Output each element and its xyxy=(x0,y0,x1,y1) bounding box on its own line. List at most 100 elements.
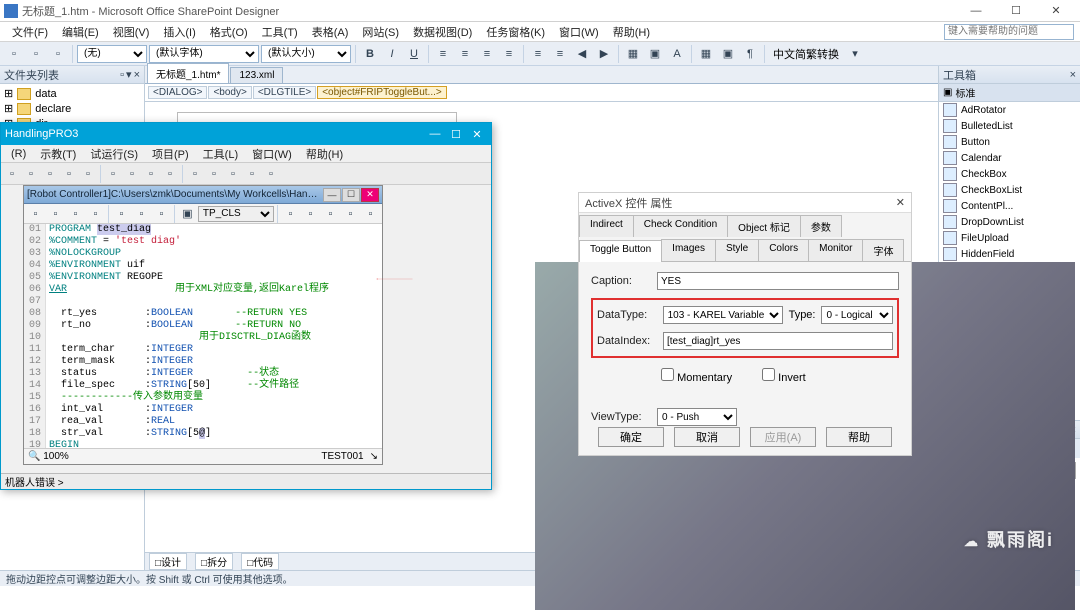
hpro-tool-6[interactable]: ▫ xyxy=(104,165,122,183)
menu-网站(S)[interactable]: 网站(S) xyxy=(356,22,405,42)
hpro-menu-试运行(S)[interactable]: 试运行(S) xyxy=(84,144,144,164)
ax-datatype-select[interactable]: 103 - KAREL Variable xyxy=(663,306,783,324)
code-tool-12[interactable]: ▫ xyxy=(361,204,380,224)
doc-tab-0[interactable]: 无标题_1.htm* xyxy=(147,63,229,83)
layer-button[interactable]: ▣ xyxy=(718,44,738,64)
tool-FileUpload[interactable]: FileUpload xyxy=(939,230,1080,246)
hpro-menu-(R)[interactable]: (R) xyxy=(5,146,32,162)
code-tool-6[interactable]: ▫ xyxy=(132,204,151,224)
folder-panel-chevron-icon[interactable]: ▾ xyxy=(126,68,132,81)
ax-close-button[interactable]: ✕ xyxy=(896,196,905,209)
hpro-inner-max-button[interactable]: ☐ xyxy=(342,188,360,202)
hpro-tool-2[interactable]: ▫ xyxy=(22,165,40,183)
menu-格式(O)[interactable]: 格式(O) xyxy=(204,22,254,42)
ax-tab-Object 标记[interactable]: Object 标记 xyxy=(727,215,801,237)
maximize-button[interactable]: ☐ xyxy=(996,1,1036,21)
hpro-maximize-button[interactable]: ☐ xyxy=(446,125,466,143)
view-split-tab[interactable]: □拆分 xyxy=(195,553,233,570)
hpro-inner-min-button[interactable]: — xyxy=(323,188,341,202)
ax-apply-button[interactable]: 应用(A) xyxy=(750,427,816,447)
menu-表格(A)[interactable]: 表格(A) xyxy=(306,22,355,42)
table-button[interactable]: ▦ xyxy=(696,44,716,64)
ax-invert-checkbox[interactable]: Invert xyxy=(762,368,806,384)
underline-button[interactable]: U xyxy=(404,44,424,64)
hpro-tool-1[interactable]: ▫ xyxy=(3,165,21,183)
code-tool-9[interactable]: ▫ xyxy=(301,204,320,224)
hpro-tool-12[interactable]: ▫ xyxy=(224,165,242,183)
tool-BulletedList[interactable]: BulletedList xyxy=(939,118,1080,134)
hpro-tool-9[interactable]: ▫ xyxy=(161,165,179,183)
code-tool-7[interactable]: ▫ xyxy=(152,204,171,224)
hpro-menu-示教(T)[interactable]: 示教(T) xyxy=(34,144,82,164)
tool-CheckBoxList[interactable]: CheckBoxList xyxy=(939,182,1080,198)
folder-declare[interactable]: ⊞declare xyxy=(2,101,142,116)
hpro-close-button[interactable]: ✕ xyxy=(467,125,487,143)
help-search-input[interactable] xyxy=(944,24,1074,40)
cnconv-dropdown[interactable]: ▾ xyxy=(845,44,865,64)
code-editor[interactable]: 01PROGRAM test_diag02%COMMENT = 'test di… xyxy=(24,224,382,448)
align-center-button[interactable]: ≡ xyxy=(455,44,475,64)
menu-窗口(W)[interactable]: 窗口(W) xyxy=(553,22,605,42)
font-select[interactable]: (默认字体) xyxy=(149,45,259,63)
tool-DropDownList[interactable]: DropDownList xyxy=(939,214,1080,230)
ax-dataindex-input[interactable] xyxy=(663,332,893,350)
hpro-tool-3[interactable]: ▫ xyxy=(41,165,59,183)
ax-momentary-checkbox[interactable]: Momentary xyxy=(661,368,732,384)
style-select[interactable]: (无) xyxy=(77,45,147,63)
close-button[interactable]: ✕ xyxy=(1036,1,1076,21)
align-left-button[interactable]: ≡ xyxy=(433,44,453,64)
toolbox-group-expand-icon[interactable]: ▣ xyxy=(943,87,952,98)
tool-HiddenField[interactable]: HiddenField xyxy=(939,246,1080,262)
italic-button[interactable]: I xyxy=(382,44,402,64)
open-button[interactable]: ▫ xyxy=(26,44,46,64)
menu-帮助(H)[interactable]: 帮助(H) xyxy=(607,22,656,42)
hpro-tool-14[interactable]: ▫ xyxy=(262,165,280,183)
breadcrumb-part-3[interactable]: <object#FRIPToggleBut...> xyxy=(317,86,447,99)
menu-编辑(E)[interactable]: 编辑(E) xyxy=(56,22,105,42)
minimize-button[interactable]: — xyxy=(956,1,996,21)
ax-type-select[interactable]: 0 - Logical xyxy=(821,306,893,324)
ax-tab-参数[interactable]: 参数 xyxy=(800,215,842,237)
size-select[interactable]: (默认大小) xyxy=(261,45,351,63)
breadcrumb-part-2[interactable]: <DLGTILE> xyxy=(253,86,316,99)
folder-panel-new-icon[interactable]: ▫ xyxy=(120,69,124,81)
hpro-menu-窗口(W)[interactable]: 窗口(W) xyxy=(246,144,298,164)
menu-任务窗格(K)[interactable]: 任务窗格(K) xyxy=(480,22,551,42)
align-justify-button[interactable]: ≡ xyxy=(499,44,519,64)
tool-Button[interactable]: Button xyxy=(939,134,1080,150)
tool-CheckBox[interactable]: CheckBox xyxy=(939,166,1080,182)
paragraph-button[interactable]: ¶ xyxy=(740,44,760,64)
ax-cancel-button[interactable]: 取消 xyxy=(674,427,740,447)
ax-tab-Indirect[interactable]: Indirect xyxy=(579,215,634,237)
menu-工具(T)[interactable]: 工具(T) xyxy=(256,22,304,42)
toolbox-close-icon[interactable]: × xyxy=(1070,69,1076,81)
tp-name-select[interactable]: TP_CLS xyxy=(198,206,274,222)
ax-help-button[interactable]: 帮助 xyxy=(826,427,892,447)
expand-icon[interactable]: ⊞ xyxy=(4,87,13,100)
code-tool-1[interactable]: ▫ xyxy=(26,204,45,224)
menu-数据视图(D)[interactable]: 数据视图(D) xyxy=(407,22,478,42)
code-tool-8[interactable]: ▫ xyxy=(281,204,300,224)
ax-ok-button[interactable]: 确定 xyxy=(598,427,664,447)
highlight-button[interactable]: ▣ xyxy=(645,44,665,64)
folder-panel-close-icon[interactable]: × xyxy=(134,69,140,81)
hpro-tool-10[interactable]: ▫ xyxy=(186,165,204,183)
doc-tab-1[interactable]: 123.xml xyxy=(230,67,283,83)
code-tool-2[interactable]: ▫ xyxy=(46,204,65,224)
hpro-minimize-button[interactable]: — xyxy=(425,125,445,143)
code-tool-11[interactable]: ▫ xyxy=(341,204,360,224)
hpro-menu-项目(P)[interactable]: 项目(P) xyxy=(146,144,195,164)
tool-ContentPl...[interactable]: ContentPl... xyxy=(939,198,1080,214)
breadcrumb-part-0[interactable]: <DIALOG> xyxy=(148,86,207,99)
ax-viewtype-select[interactable]: 0 - Push xyxy=(657,408,737,426)
indent-button[interactable]: ▶ xyxy=(594,44,614,64)
view-design-tab[interactable]: □设计 xyxy=(149,553,187,570)
hpro-inner-close-button[interactable]: ✕ xyxy=(361,188,379,202)
align-right-button[interactable]: ≡ xyxy=(477,44,497,64)
cnconv-label[interactable]: 中文简繁转换 xyxy=(769,46,843,62)
view-code-tab[interactable]: □代码 xyxy=(241,553,279,570)
bullets-button[interactable]: ≡ xyxy=(528,44,548,64)
ax-tab-Colors[interactable]: Colors xyxy=(758,239,809,261)
expand-icon[interactable]: ⊞ xyxy=(4,102,13,115)
new-button[interactable]: ▫ xyxy=(4,44,24,64)
